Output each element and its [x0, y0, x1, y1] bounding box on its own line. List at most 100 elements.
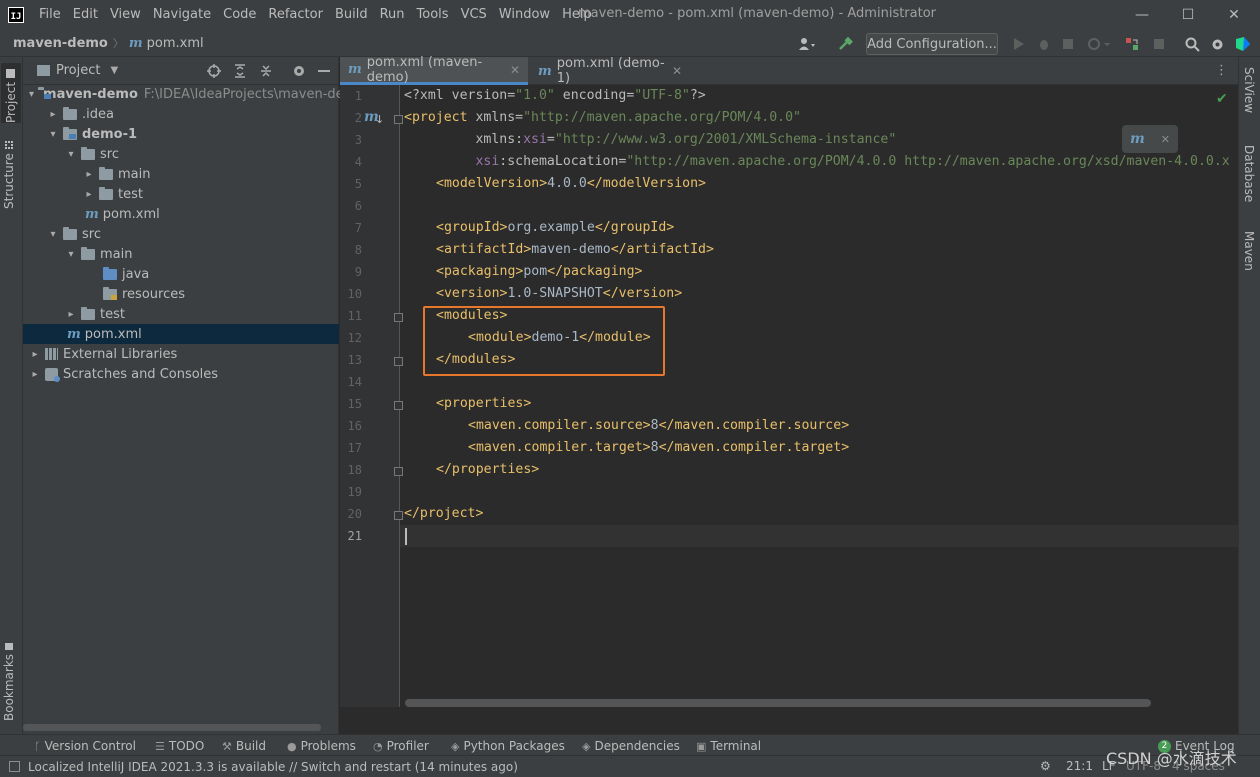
close-popup-icon[interactable]: ✕: [1161, 133, 1170, 146]
chevron-down-icon[interactable]: ▾: [47, 129, 59, 140]
tree-node-demo-1[interactable]: ▾ demo-1: [23, 124, 339, 144]
tree-node-java[interactable]: java: [23, 264, 339, 284]
tree-horizontal-scrollbar[interactable]: [23, 724, 321, 731]
tab-pom-demo-1[interactable]: m pom.xml (demo-1) ✕: [530, 56, 690, 86]
chevron-down-icon[interactable]: ▾: [65, 149, 77, 160]
xml-text: pom: [523, 264, 548, 279]
chevron-right-icon[interactable]: ▸: [83, 169, 95, 180]
tree-node-scratches[interactable]: ▸ Scratches and Consoles: [23, 364, 339, 384]
tree-node-test[interactable]: ▸ test: [23, 304, 339, 324]
jetbrains-toolbox-icon[interactable]: [1233, 34, 1253, 54]
xml-tag: </maven.compiler.source>: [658, 418, 850, 433]
chevron-right-icon[interactable]: ▸: [83, 189, 95, 200]
tree-node-idea[interactable]: ▸ .idea: [23, 104, 339, 124]
menu-run[interactable]: Run: [374, 0, 411, 30]
menu-build[interactable]: Build: [329, 0, 374, 30]
background-tasks-icon[interactable]: ⚙: [1040, 759, 1051, 773]
chevron-down-icon[interactable]: ▾: [65, 249, 77, 260]
tree-node-src[interactable]: ▾ src: [23, 144, 339, 164]
tree-node-pom-demo-1[interactable]: m pom.xml: [23, 204, 339, 224]
tree-node-pom-root[interactable]: m pom.xml: [23, 324, 339, 344]
close-window-icon[interactable]: ✕: [1212, 0, 1256, 30]
menu-vcs[interactable]: VCS: [455, 0, 493, 30]
maven-reload-popup[interactable]: m ✕: [1122, 125, 1178, 153]
menu-code[interactable]: Code: [217, 0, 262, 30]
python-packages-tool-button[interactable]: ◈ Python Packages: [451, 735, 565, 757]
close-tab-icon[interactable]: ✕: [510, 63, 520, 77]
tree-node-maven-demo[interactable]: ▾ maven-demo F:\IDEA\IdeaProjects\maven-…: [23, 84, 349, 104]
coverage-icon[interactable]: [1058, 34, 1078, 54]
tree-node-test[interactable]: ▸ test: [23, 184, 339, 204]
add-configuration-button[interactable]: Add Configuration...: [866, 33, 998, 55]
minimize-icon[interactable]: —: [1120, 0, 1164, 30]
dependencies-tool-button[interactable]: ◈ Dependencies: [582, 735, 680, 757]
locate-file-icon[interactable]: [206, 63, 222, 79]
version-control-tool-button[interactable]: ᚴ Version Control: [34, 735, 136, 757]
fold-marker-icon[interactable]: [394, 115, 403, 124]
fold-marker-icon[interactable]: [394, 467, 403, 476]
expand-all-icon[interactable]: [232, 63, 248, 79]
search-icon[interactable]: [1182, 34, 1202, 54]
tree-node-src[interactable]: ▾ src: [23, 224, 339, 244]
attach-debugger-icon[interactable]: [1122, 34, 1142, 54]
bookmarks-tool-tab[interactable]: Bookmarks: [2, 643, 16, 721]
fold-marker-icon[interactable]: [394, 313, 403, 322]
menu-edit[interactable]: Edit: [67, 0, 104, 30]
collapse-all-icon[interactable]: [258, 63, 274, 79]
editor-horizontal-scrollbar[interactable]: [405, 699, 1151, 707]
sciview-tool-tab[interactable]: SciView: [1242, 67, 1256, 113]
stop-icon[interactable]: [1149, 34, 1169, 54]
inspection-ok-icon[interactable]: ✔: [1216, 91, 1228, 107]
tree-node-external-libraries[interactable]: ▸ External Libraries: [23, 344, 339, 364]
run-icon[interactable]: [1009, 34, 1029, 54]
profiler-tool-button[interactable]: ◔ Profiler: [373, 735, 429, 757]
tree-node-main[interactable]: ▸ main: [23, 164, 339, 184]
chevron-down-icon[interactable]: ▾: [47, 229, 59, 240]
tree-node-main[interactable]: ▾ main: [23, 244, 339, 264]
chevron-right-icon[interactable]: ▸: [47, 109, 59, 120]
todo-tool-button[interactable]: ☰ TODO: [155, 735, 204, 757]
menu-view[interactable]: View: [104, 0, 147, 30]
status-message[interactable]: Localized IntelliJ IDEA 2021.3.3 is avai…: [28, 760, 518, 774]
tree-node-resources[interactable]: resources: [23, 284, 339, 304]
toggle-tool-windows-icon[interactable]: [9, 761, 20, 772]
chevron-right-icon[interactable]: ▸: [29, 369, 41, 380]
hide-panel-icon[interactable]: [316, 63, 332, 79]
chevron-right-icon[interactable]: ▸: [29, 349, 41, 360]
close-tab-icon[interactable]: ✕: [672, 64, 682, 78]
account-icon[interactable]: [794, 34, 820, 54]
maven-tool-tab[interactable]: Maven: [1242, 231, 1256, 271]
code-editor[interactable]: 1 2 3 4 5 6 7 8 9 10 11 12 13 14 15 16 1…: [340, 85, 1238, 707]
build-hammer-icon[interactable]: [835, 34, 855, 54]
sciview-tab-label: SciView: [1242, 67, 1256, 114]
tab-pom-maven-demo[interactable]: m pom.xml (maven-demo) ✕: [340, 55, 528, 85]
fold-marker-icon[interactable]: [394, 357, 403, 366]
project-tool-tab[interactable]: Project: [1, 63, 21, 123]
problems-tool-button[interactable]: ● Problems: [287, 735, 356, 757]
menu-tools[interactable]: Tools: [411, 0, 455, 30]
terminal-tool-button[interactable]: ▣ Terminal: [696, 735, 761, 757]
maven-reload-icon[interactable]: m: [1130, 131, 1145, 147]
project-view-title[interactable]: Project: [56, 63, 100, 78]
profiler-icon[interactable]: [1084, 34, 1114, 54]
breadcrumb-project[interactable]: maven-demo: [13, 36, 108, 51]
settings-gear-icon[interactable]: [1207, 34, 1227, 54]
caret-position[interactable]: 21:1: [1066, 759, 1093, 773]
build-tool-button[interactable]: ⚒ Build: [222, 735, 266, 757]
chevron-right-icon[interactable]: ▸: [65, 309, 77, 320]
more-tabs-icon[interactable]: ⋮: [1215, 63, 1228, 78]
maximize-icon[interactable]: ☐: [1166, 0, 1210, 30]
menu-file[interactable]: File: [33, 0, 67, 30]
menu-window[interactable]: Window: [493, 0, 556, 30]
structure-tool-tab[interactable]: Structure: [2, 139, 16, 209]
menu-navigate[interactable]: Navigate: [147, 0, 217, 30]
database-tool-tab[interactable]: Database: [1242, 145, 1256, 202]
debug-icon[interactable]: [1034, 34, 1054, 54]
menu-refactor[interactable]: Refactor: [262, 0, 329, 30]
breadcrumb-file[interactable]: pom.xml: [147, 36, 204, 51]
chevron-down-icon[interactable]: ▼: [110, 65, 118, 76]
chevron-down-icon[interactable]: ▾: [29, 89, 34, 100]
fold-marker-icon[interactable]: [394, 401, 403, 410]
fold-marker-icon[interactable]: [394, 511, 403, 520]
panel-settings-gear-icon[interactable]: [291, 63, 307, 79]
